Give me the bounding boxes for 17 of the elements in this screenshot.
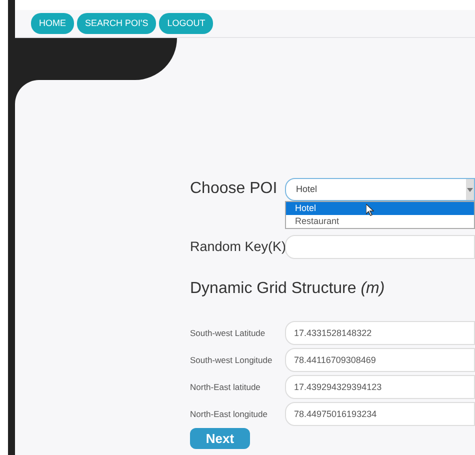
field-label: North-East latitude: [190, 380, 262, 394]
cursor-icon: [366, 204, 374, 216]
dropdown-option[interactable]: Hotel: [286, 202, 474, 215]
coordinate-field[interactable]: 78.44116709308469: [285, 348, 475, 372]
poi-select[interactable]: Hotel: [285, 178, 475, 201]
random-key-field[interactable]: [285, 235, 475, 259]
chevron-icon: [466, 179, 474, 200]
field-label: North-East longitude: [190, 408, 268, 420]
dropdown-option[interactable]: Restaurant: [286, 215, 474, 228]
section-title: Dynamic Grid Structure (m): [190, 279, 386, 299]
coordinate-field[interactable]: 78.44975016193234: [285, 402, 475, 426]
field-label: Random Key(K): [190, 238, 285, 256]
coordinate-field[interactable]: 17.4331528148322: [285, 321, 475, 345]
field-label: South-west Latitude: [190, 326, 266, 340]
coordinate-field[interactable]: 17.439294329394123: [285, 375, 475, 399]
field-label: South-west Longitude: [190, 354, 274, 366]
field-label: Choose POI: [190, 179, 278, 199]
